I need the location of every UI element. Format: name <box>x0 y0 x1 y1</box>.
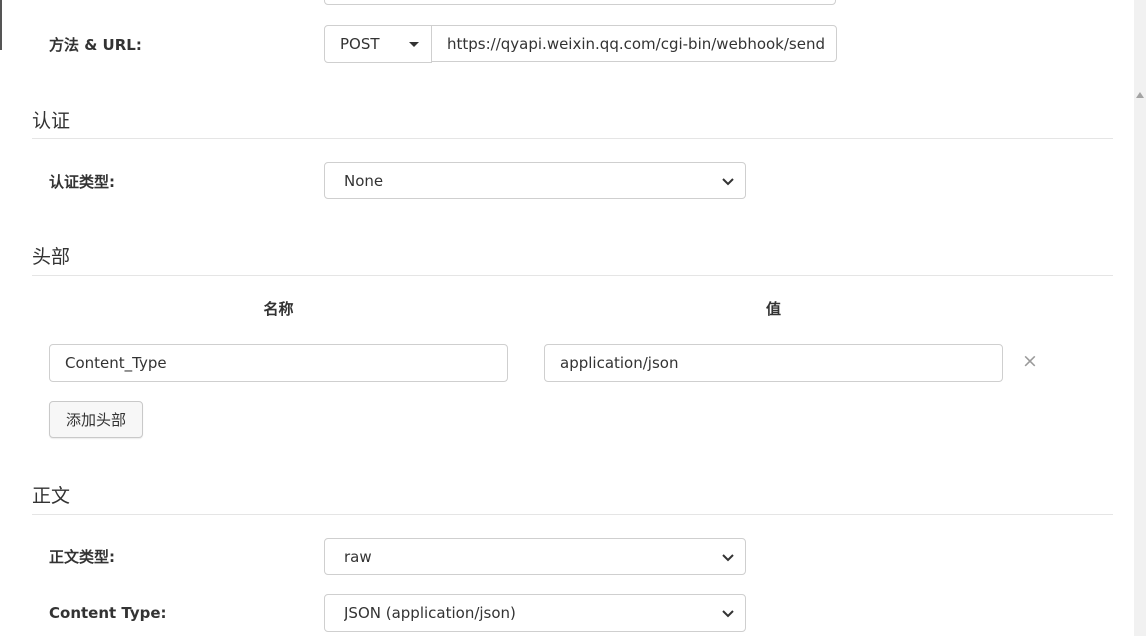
left-edge-divider <box>0 0 2 50</box>
headers-section-divider <box>32 275 1113 276</box>
chevron-down-icon <box>722 177 734 185</box>
close-icon[interactable]: × <box>1022 351 1038 371</box>
headers-section-title: 头部 <box>32 246 71 268</box>
auth-type-value: None <box>344 171 384 190</box>
content-type-label: Content Type: <box>49 604 167 622</box>
auth-section-divider <box>32 138 1113 139</box>
auth-type-label: 认证类型: <box>49 173 115 191</box>
body-type-label: 正文类型: <box>49 548 115 566</box>
caret-down-icon <box>409 42 419 47</box>
vertical-scrollbar[interactable] <box>1134 0 1146 636</box>
add-header-button[interactable]: 添加头部 <box>49 401 143 438</box>
header-name-input[interactable]: Content_Type <box>49 344 508 382</box>
method-value: POST <box>340 35 380 53</box>
method-select[interactable]: POST <box>324 25 432 63</box>
previous-field-input[interactable] <box>324 0 836 5</box>
body-type-select[interactable]: raw <box>324 538 746 575</box>
header-value-input[interactable]: application/json <box>544 344 1003 382</box>
auth-section-title: 认证 <box>32 110 71 132</box>
scroll-up-arrow-icon[interactable] <box>1136 92 1144 98</box>
body-type-value: raw <box>344 547 372 566</box>
header-value-value: application/json <box>560 354 679 372</box>
url-value: https://qyapi.weixin.qq.com/cgi-bin/webh… <box>447 34 824 53</box>
url-input[interactable]: https://qyapi.weixin.qq.com/cgi-bin/webh… <box>431 25 837 62</box>
body-section-title: 正文 <box>32 485 71 507</box>
header-value-column: 值 <box>765 300 781 318</box>
content-type-select[interactable]: JSON (application/json) <box>324 594 746 632</box>
header-name-column: 名称 <box>263 300 294 318</box>
chevron-down-icon <box>722 553 734 561</box>
header-name-value: Content_Type <box>65 354 167 372</box>
content-type-value: JSON (application/json) <box>344 604 516 622</box>
chevron-down-icon <box>722 610 734 618</box>
body-section-divider <box>32 514 1113 515</box>
auth-type-select[interactable]: None <box>324 162 746 199</box>
method-url-label: 方法 & URL: <box>49 36 142 54</box>
request-config-panel: 方法 & URL: POST https://qyapi.weixin.qq.c… <box>0 0 1146 636</box>
